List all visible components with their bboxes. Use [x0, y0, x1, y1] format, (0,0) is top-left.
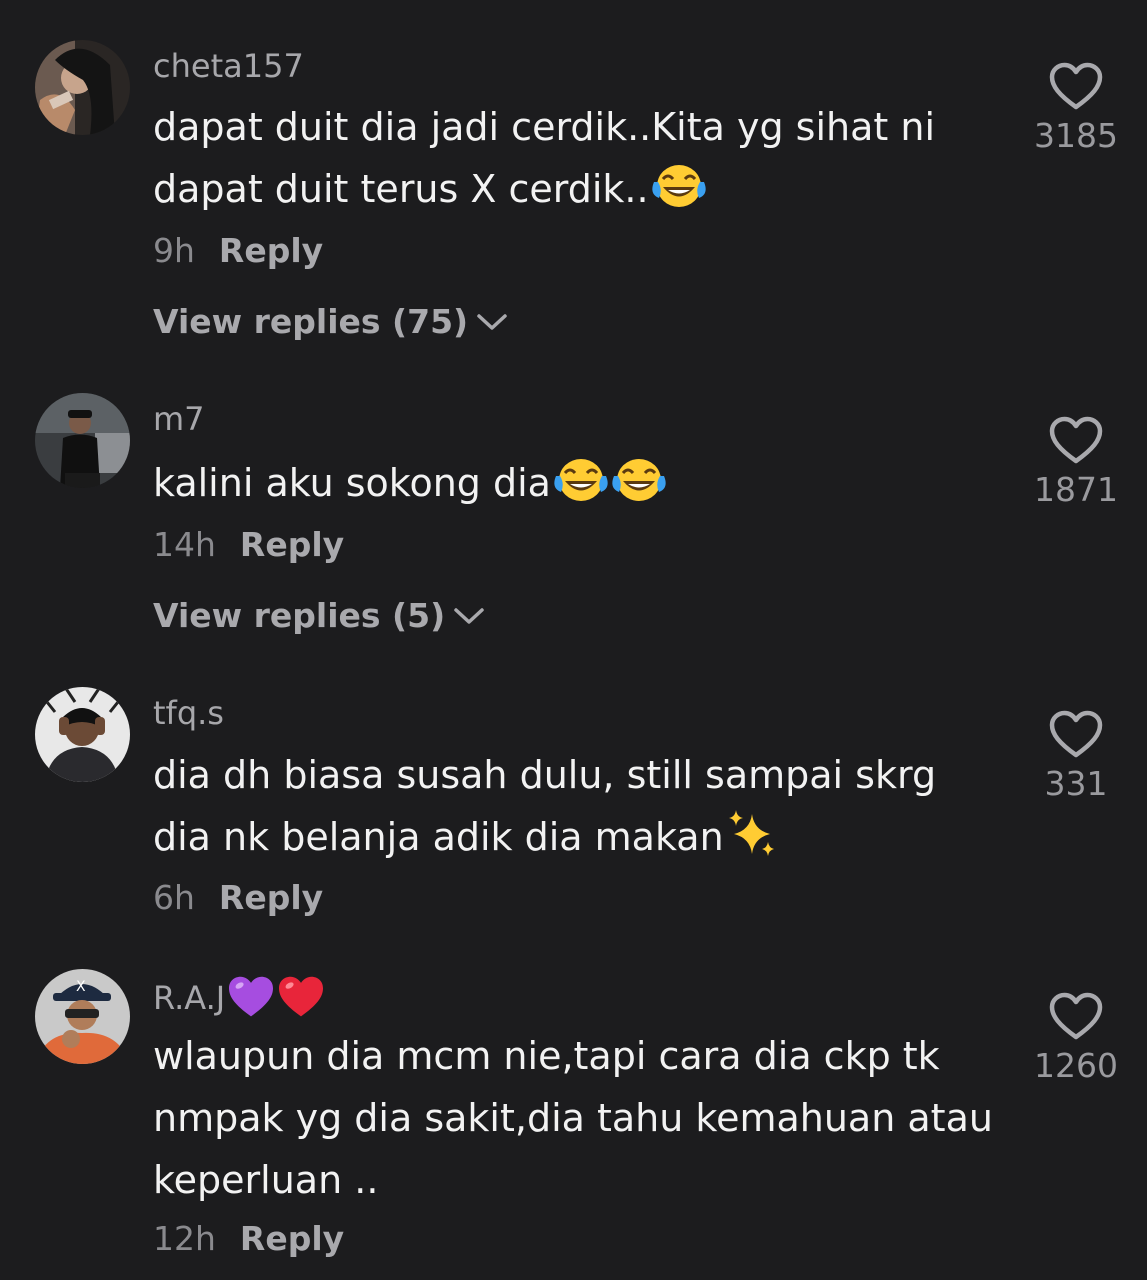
like-area: 1871 [1020, 416, 1132, 510]
comment-username[interactable]: R.A.J [153, 975, 325, 1028]
avatar[interactable] [35, 40, 130, 135]
heart-icon[interactable] [1049, 416, 1103, 466]
svg-text:X: X [76, 979, 86, 995]
like-count: 3185 [1034, 116, 1118, 155]
reply-button[interactable]: Reply [240, 525, 344, 564]
comment-time: 14h [153, 525, 216, 564]
comment-text-content: wlaupun dia mcm nie,tapi cara dia ckp tk… [153, 1034, 993, 1202]
comment-username[interactable]: tfq.s [153, 693, 224, 733]
red-heart-icon [277, 975, 325, 1028]
reply-button[interactable]: Reply [240, 1219, 344, 1258]
comment-text-content: dia dh biasa susah dulu, still sampai sk… [153, 753, 937, 859]
comment-time: 6h [153, 878, 195, 917]
avatar[interactable]: X [35, 969, 130, 1064]
comment-meta: 12h Reply [153, 1219, 344, 1259]
sparkles-icon [726, 808, 778, 876]
avatar[interactable] [35, 393, 130, 488]
comment-text: dapat duit dia jadi cerdik..Kita yg siha… [153, 96, 1003, 228]
comment-meta: 6h Reply [153, 878, 323, 918]
comment-meta: 14h Reply [153, 525, 344, 565]
face-with-tears-of-joy-icon [553, 454, 609, 522]
view-replies-label: View replies (75) [153, 302, 469, 341]
like-area: 331 [1020, 710, 1132, 804]
face-with-tears-of-joy-icon [611, 454, 667, 522]
heart-icon[interactable] [1049, 710, 1103, 760]
comment-text: wlaupun dia mcm nie,tapi cara dia ckp tk… [153, 1025, 1003, 1211]
comment-time: 12h [153, 1219, 216, 1258]
like-count: 1871 [1034, 470, 1118, 509]
comment-text: kalini aku sokong dia [153, 452, 1003, 522]
face-with-tears-of-joy-icon [651, 160, 707, 228]
heart-icon[interactable] [1049, 992, 1103, 1042]
like-area: 1260 [1020, 992, 1132, 1086]
like-count: 1260 [1034, 1046, 1118, 1085]
view-replies-button[interactable]: View replies (75) [153, 302, 508, 342]
avatar[interactable] [35, 687, 130, 782]
comment-text-content: kalini aku sokong dia [153, 461, 551, 505]
comment-username[interactable]: cheta157 [153, 46, 304, 86]
purple-heart-icon [227, 975, 275, 1028]
reply-button[interactable]: Reply [219, 878, 323, 917]
view-replies-label: View replies (5) [153, 596, 446, 635]
comment-meta: 9h Reply [153, 231, 323, 271]
view-replies-button[interactable]: View replies (5) [153, 596, 485, 636]
comment-time: 9h [153, 231, 195, 270]
like-area: 3185 [1020, 62, 1132, 156]
chevron-down-icon [476, 301, 508, 341]
comment-username-text: R.A.J [153, 979, 226, 1017]
chevron-down-icon [453, 595, 485, 635]
like-count: 331 [1044, 764, 1108, 803]
comment-username[interactable]: m7 [153, 399, 205, 439]
reply-button[interactable]: Reply [219, 231, 323, 270]
comment-text: dia dh biasa susah dulu, still sampai sk… [153, 744, 1003, 876]
comment-text-content: dapat duit dia jadi cerdik..Kita yg siha… [153, 105, 936, 211]
heart-icon[interactable] [1049, 62, 1103, 112]
